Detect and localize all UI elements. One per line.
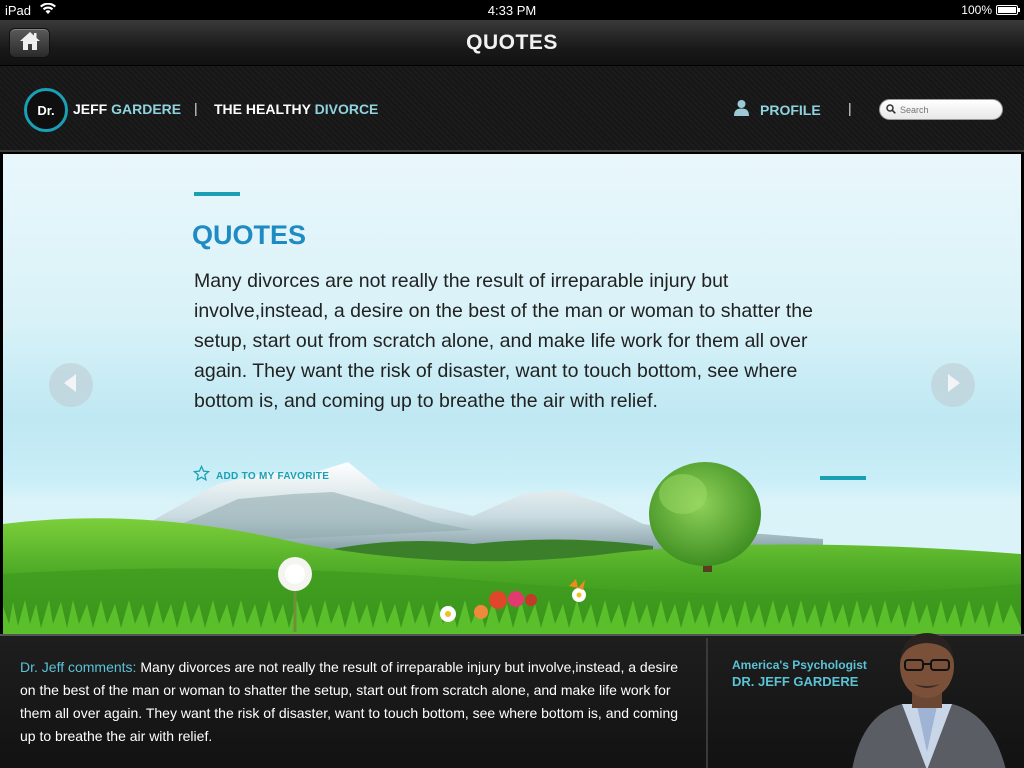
profile-label: PROFILE <box>760 102 821 118</box>
quote-text: Many divorces are not really the result … <box>194 270 813 412</box>
quote-panel: QUOTES Many divorces are not really the … <box>3 154 1021 634</box>
status-bar: iPad 4:33 PM 100% <box>0 0 1024 20</box>
person-icon <box>733 99 750 121</box>
footer-divider <box>706 638 708 768</box>
section-first: THE HEALTHY <box>214 101 315 117</box>
search-input[interactable] <box>900 104 995 115</box>
nav-separator: | <box>194 100 198 116</box>
battery-icon <box>996 5 1020 15</box>
battery-percent: 100% <box>961 3 992 17</box>
status-time: 4:33 PM <box>487 3 537 18</box>
quote-heading: QUOTES <box>192 220 307 250</box>
add-favorite-button[interactable]: ADD TO MY FAVORITE <box>192 464 330 487</box>
brand-logo[interactable]: Dr. <box>24 88 68 132</box>
doctor-portrait <box>852 633 1006 768</box>
favorite-label: ADD TO MY FAVORITE <box>216 470 330 482</box>
star-outline-icon <box>192 464 211 487</box>
nav-bar: Dr. JEFF GARDERE | THE HEALTHY DIVORCE P… <box>0 66 1024 152</box>
accent-bar <box>820 476 866 480</box>
profile-link[interactable]: PROFILE <box>733 99 821 121</box>
previous-quote-button[interactable] <box>49 363 93 407</box>
brand-name[interactable]: JEFF GARDERE <box>73 101 181 117</box>
next-quote-button[interactable] <box>931 363 975 407</box>
title-bar: QUOTES <box>0 20 1024 66</box>
brand-accent: GARDERE <box>111 101 182 117</box>
comments-footer: Dr. Jeff comments: Many divorces are not… <box>0 633 1024 768</box>
doctor-name: DR. JEFF GARDERE <box>732 674 859 689</box>
section-name[interactable]: THE HEALTHY DIVORCE <box>214 101 378 117</box>
page-title: QUOTES <box>466 31 558 54</box>
search-box[interactable] <box>879 99 1003 120</box>
chevron-right-icon <box>943 372 963 399</box>
search-icon <box>886 101 896 119</box>
brand-first: JEFF <box>73 101 112 117</box>
doctor-comment: Dr. Jeff comments: Many divorces are not… <box>20 656 690 748</box>
accent-bar <box>194 192 240 196</box>
section-accent: DIVORCE <box>314 101 379 117</box>
comment-author: Dr. Jeff comments: <box>20 659 137 675</box>
chevron-left-icon <box>61 372 81 399</box>
nav-separator: | <box>848 100 852 116</box>
logo-text: Dr. <box>37 102 55 118</box>
